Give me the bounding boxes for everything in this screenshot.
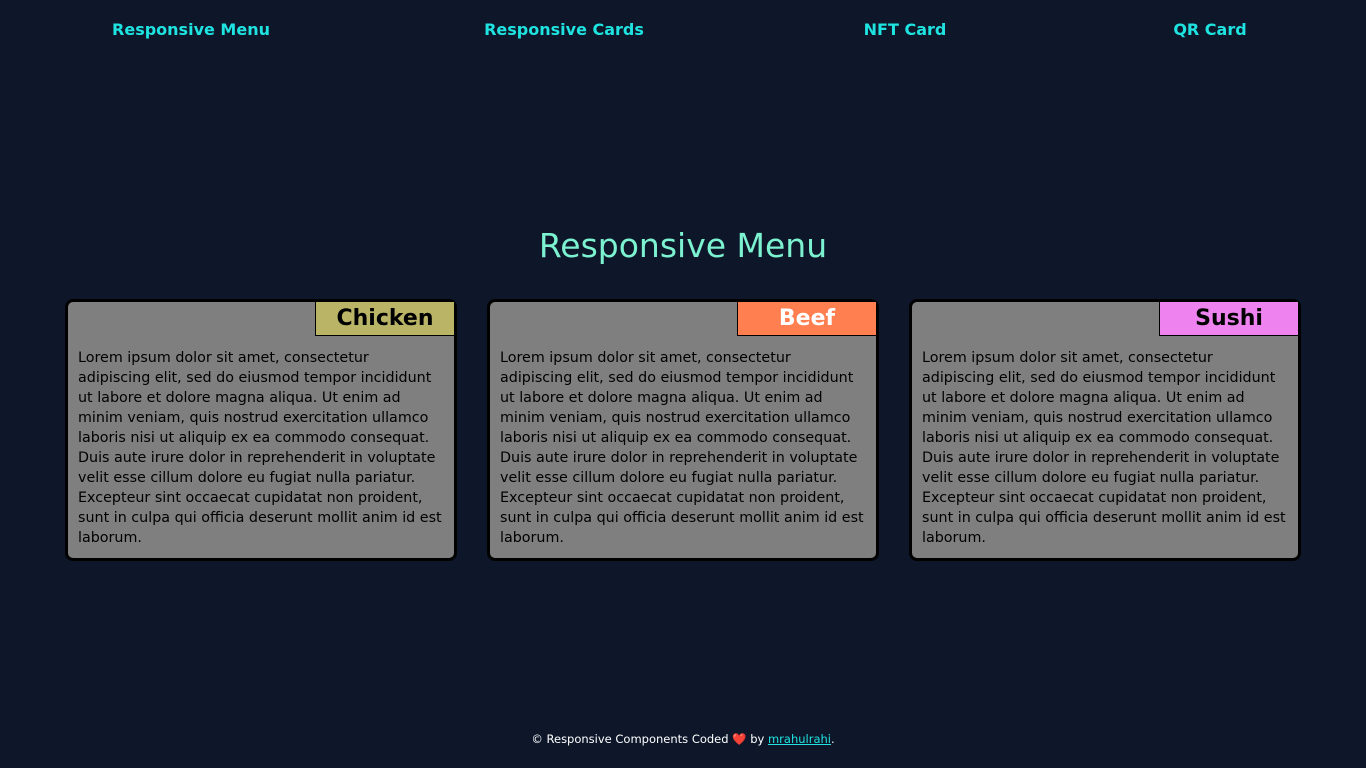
card-description: Lorem ipsum dolor sit amet, consectetur … — [922, 350, 1286, 546]
card-description: Lorem ipsum dolor sit amet, consectetur … — [500, 350, 864, 546]
page-title: Responsive Menu — [538, 226, 828, 265]
card-label-chicken: Chicken — [315, 302, 454, 336]
card-description: Lorem ipsum dolor sit amet, consectetur … — [78, 350, 442, 546]
nav-link-qr-card[interactable]: QR Card — [1173, 20, 1246, 39]
heart-icon: ❤️ — [732, 732, 747, 746]
footer-copyright: © Responsive Components Coded — [531, 732, 729, 746]
footer-by: by — [750, 732, 765, 746]
nav-link-responsive-cards[interactable]: Responsive Cards — [484, 20, 644, 39]
nav-link-responsive-menu[interactable]: Responsive Menu — [112, 20, 270, 39]
card-label-beef: Beef — [737, 302, 876, 336]
nav-link-nft-card[interactable]: NFT Card — [864, 20, 947, 39]
menu-card-chicken: Chicken Lorem ipsum dolor sit amet, cons… — [65, 299, 457, 561]
top-navigation: Responsive Menu Responsive Cards NFT Car… — [0, 0, 1366, 60]
menu-card-beef: Beef Lorem ipsum dolor sit amet, consect… — [487, 299, 879, 561]
card-label-sushi: Sushi — [1159, 302, 1298, 336]
menu-card-sushi: Sushi Lorem ipsum dolor sit amet, consec… — [909, 299, 1301, 561]
footer-suffix: . — [830, 732, 835, 746]
footer: © Responsive Components Coded ❤️ by mrah… — [0, 732, 1366, 746]
author-link[interactable]: mrahulrahi — [768, 732, 831, 746]
